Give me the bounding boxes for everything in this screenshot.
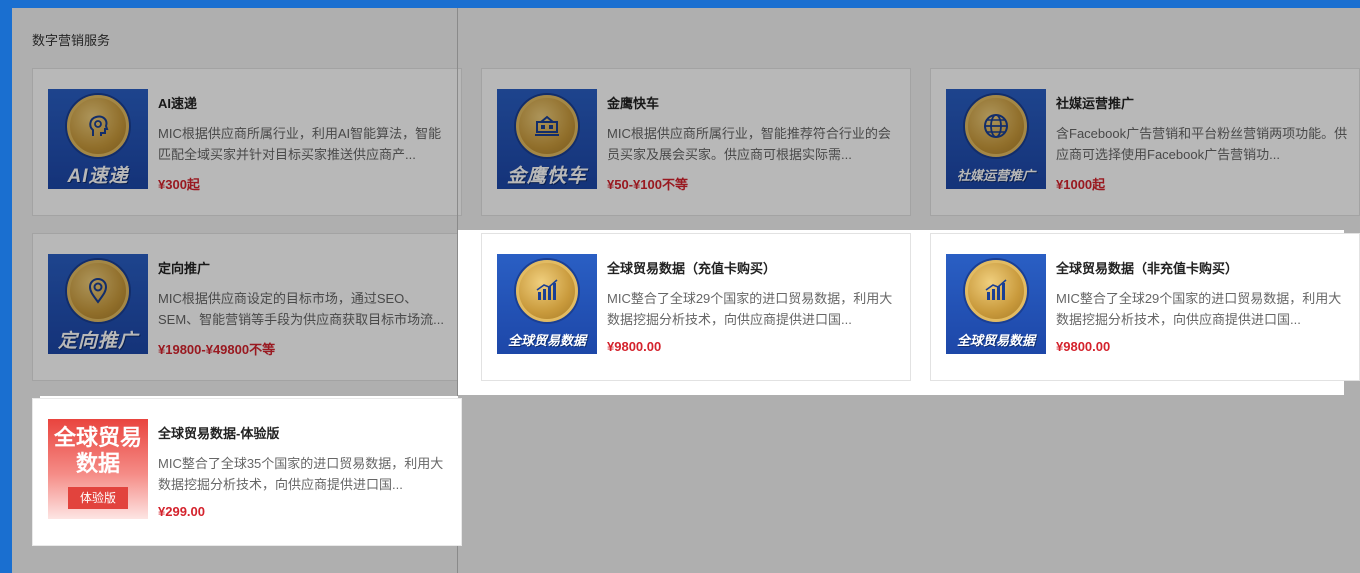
card-title[interactable]: 社媒运营推广: [1056, 93, 1134, 112]
thumbnail-label: 金鹰快车: [506, 166, 587, 187]
card-description: MIC根据供应商所属行业，智能推荐符合行业的会员买家及展会买家。供应商可根据实际…: [607, 126, 891, 162]
card-title[interactable]: 金鹰快车: [607, 93, 659, 112]
thumbnail-label: AI速递: [67, 166, 129, 187]
card-price: ¥299.00: [158, 504, 205, 519]
service-card-targeted-promo[interactable]: 定向推广 定向推广 MIC根据供应商设定的目标市场，通过SEO、SEM、智能营销…: [32, 233, 462, 381]
thumbnail-label: 社媒运营推广: [956, 168, 1035, 183]
service-card-trade-data-prepaid[interactable]: 全球贸易数据 全球贸易数据（充值卡购买） MIC整合了全球29个国家的进口贸易数…: [481, 233, 911, 381]
service-card-social-media[interactable]: 社媒运营推广 社媒运营推广 含Facebook广告营销和平台粉丝营销两项功能。供…: [930, 68, 1360, 216]
card-title[interactable]: 全球贸易数据-体验版: [158, 423, 279, 442]
card-price: ¥300起: [158, 177, 200, 192]
bar-chart-icon: [516, 260, 578, 322]
thumbnail-title: 全球贸易数据: [53, 425, 142, 476]
service-thumbnail: 全球贸易数据: [946, 254, 1046, 354]
card-price: ¥9800.00: [1056, 339, 1111, 354]
service-thumbnail: 社媒运营推广: [946, 89, 1046, 189]
express-train-icon: [516, 95, 578, 157]
trial-badge: 体验版: [68, 487, 128, 509]
card-title[interactable]: AI速递: [158, 93, 197, 112]
thumbnail-label: 定向推广: [57, 331, 138, 352]
service-card-golden-eagle[interactable]: 金鹰快车 金鹰快车 MIC根据供应商所属行业，智能推荐符合行业的会员买家及展会买…: [481, 68, 911, 216]
service-thumbnail: 金鹰快车: [497, 89, 597, 189]
bar-chart-icon: [965, 260, 1027, 322]
service-card-trade-data-nonprepaid[interactable]: 全球贸易数据 全球贸易数据（非充值卡购买） MIC整合了全球29个国家的进口贸易…: [930, 233, 1360, 381]
card-price: ¥1000起: [1056, 177, 1106, 192]
thumbnail-label: 全球贸易数据: [956, 333, 1035, 348]
service-thumbnail: AI速递: [48, 89, 148, 189]
ai-head-icon: [67, 95, 129, 157]
section-title: 数字营销服务: [32, 33, 111, 48]
service-card-trade-data-trial[interactable]: 全球贸易数据 体验版 全球贸易数据-体验版 MIC整合了全球35个国家的进口贸易…: [32, 398, 462, 546]
card-description: MIC根据供应商所属行业，利用AI智能算法，智能匹配全域买家并针对目标买家推送供…: [158, 126, 442, 162]
card-title[interactable]: 定向推广: [158, 258, 210, 277]
card-description: MIC整合了全球29个国家的进口贸易数据，利用大数据挖掘分析技术，向供应商提供进…: [607, 291, 893, 327]
card-price: ¥9800.00: [607, 339, 662, 354]
service-thumbnail: 全球贸易数据 体验版: [48, 419, 148, 519]
service-card-ai-express[interactable]: AI速递 AI速递 MIC根据供应商所属行业，利用AI智能算法，智能匹配全域买家…: [32, 68, 462, 216]
thumbnail-label: 全球贸易数据: [507, 333, 586, 348]
card-price: ¥50-¥100不等: [607, 177, 688, 192]
card-title[interactable]: 全球贸易数据（充值卡购买）: [607, 258, 776, 277]
service-thumbnail: 定向推广: [48, 254, 148, 354]
card-description: 含Facebook广告营销和平台粉丝营销两项功能。供应商可选择使用Faceboo…: [1056, 126, 1348, 162]
card-title[interactable]: 全球贸易数据（非充值卡购买）: [1056, 258, 1238, 277]
card-price: ¥19800-¥49800不等: [158, 342, 276, 357]
card-description: MIC根据供应商设定的目标市场，通过SEO、SEM、智能营销等手段为供应商获取目…: [158, 291, 445, 327]
card-description: MIC整合了全球29个国家的进口贸易数据，利用大数据挖掘分析技术，向供应商提供进…: [1056, 291, 1342, 327]
service-thumbnail: 全球贸易数据: [497, 254, 597, 354]
location-pin-icon: [67, 260, 129, 322]
globe-icon: [965, 95, 1027, 157]
card-description: MIC整合了全球35个国家的进口贸易数据，利用大数据挖掘分析技术，向供应商提供进…: [158, 456, 444, 492]
